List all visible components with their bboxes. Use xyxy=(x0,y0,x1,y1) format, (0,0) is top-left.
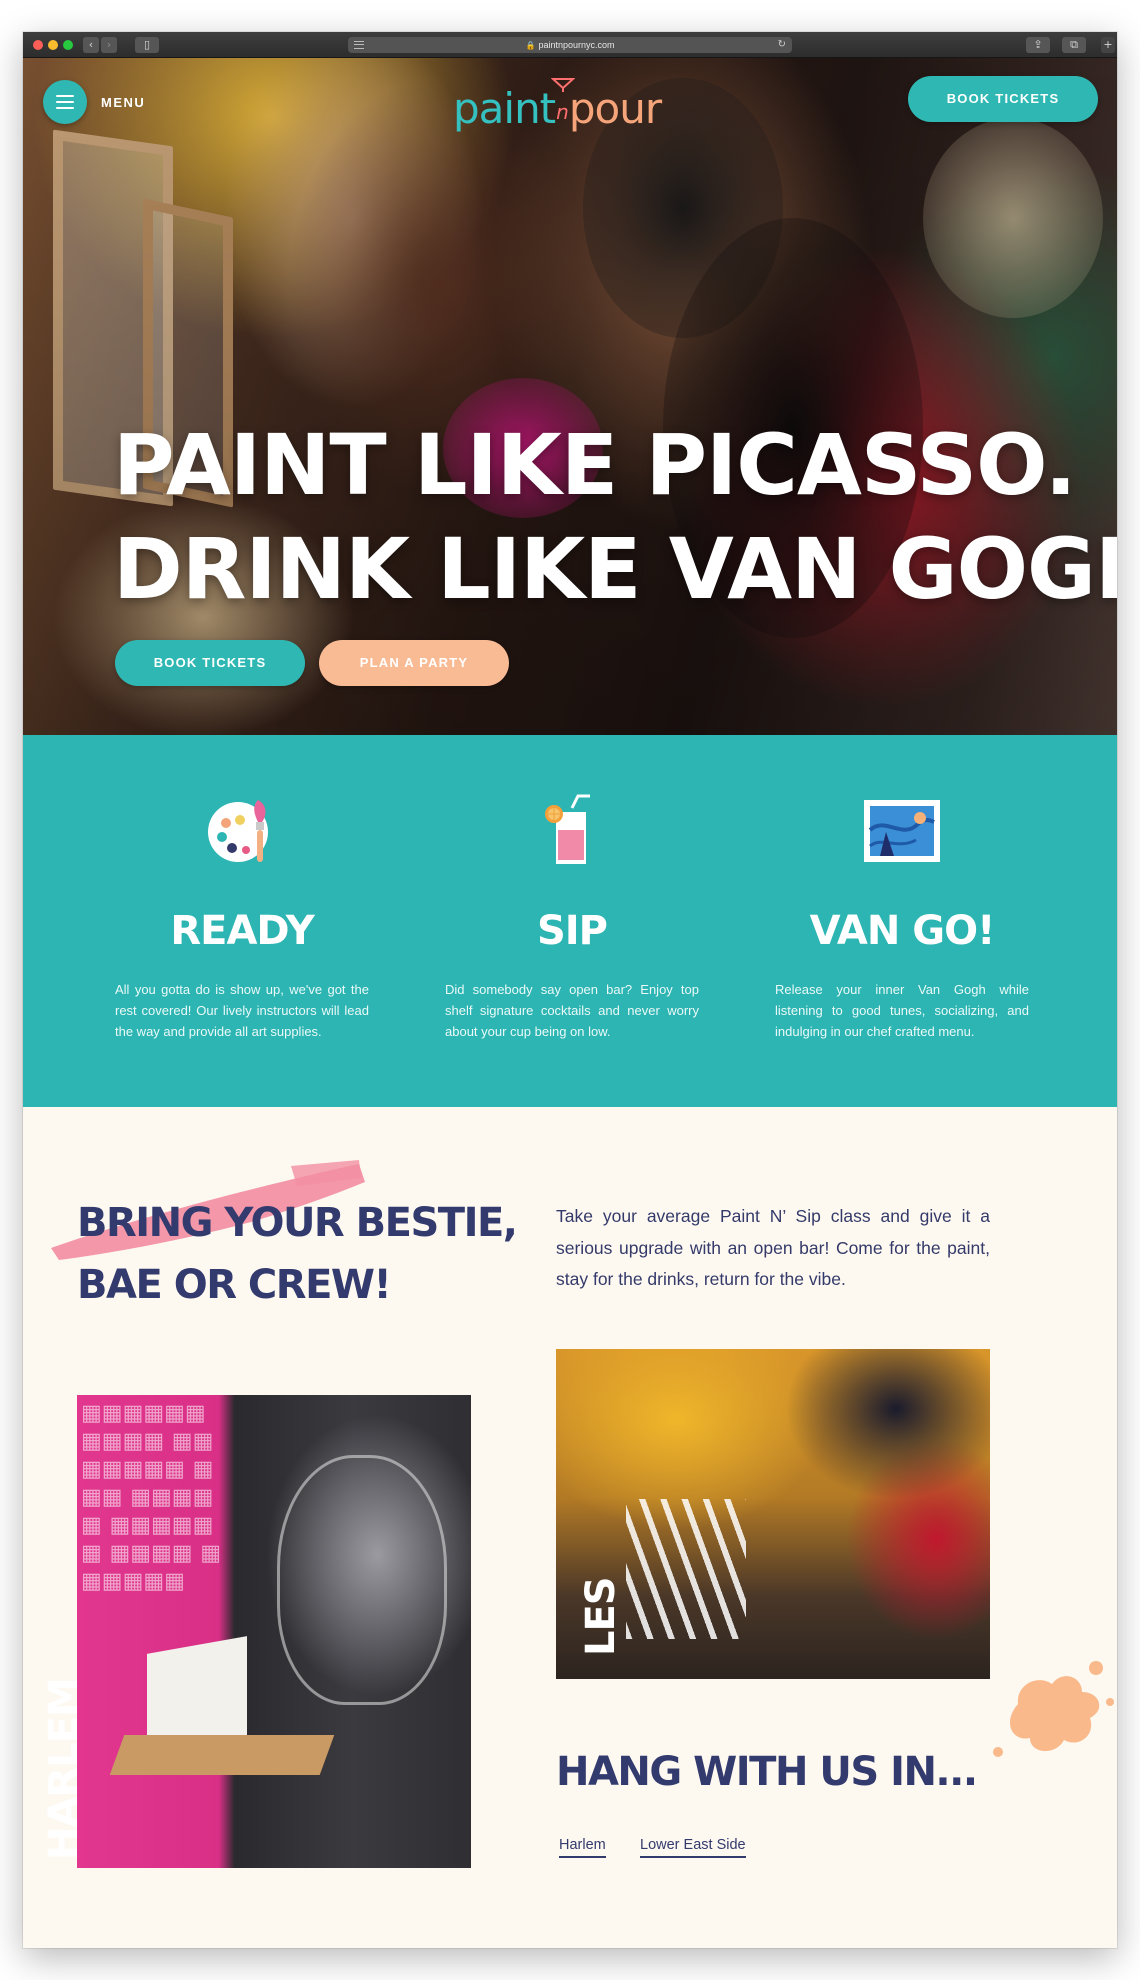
harlem-photo[interactable]: ▦▦▦▦▦▦ ▦▦▦▦ ▦▦▦▦▦▦▦ ▦▦▦ ▦▦▦▦▦ ▦▦▦▦▦▦ ▦▦▦… xyxy=(77,1395,471,1868)
feature-text: Release your inner Van Gogh while listen… xyxy=(775,982,1029,1039)
hero-headline-line1: PAINT LIKE PICASSO. xyxy=(113,416,1077,514)
share-icon[interactable]: ⇪ xyxy=(1026,37,1050,53)
features-section: READY All you gotta do is show up, we've… xyxy=(23,735,1117,1107)
palette-icon xyxy=(208,800,268,862)
hero-book-tickets-button[interactable]: BOOK TICKETS xyxy=(115,640,305,686)
crew-heading-line2: BAE OR CREW! xyxy=(77,1262,392,1308)
back-icon[interactable]: ‹ xyxy=(83,37,99,53)
logo-pour: pour xyxy=(568,84,662,133)
paint-splat-decoration xyxy=(993,1661,1114,1757)
browser-toolbar: ‹ › ▯ 🔒 paintnpournyc.com ↻ ⇪ ⧉ + xyxy=(23,32,1117,58)
new-tab-icon[interactable]: + xyxy=(1101,37,1115,53)
feature-title: SIP xyxy=(536,908,608,954)
forward-icon[interactable]: › xyxy=(101,37,117,53)
reload-icon[interactable]: ↻ xyxy=(778,37,786,53)
painting-icon xyxy=(864,800,940,862)
minimize-window-button[interactable] xyxy=(48,40,58,50)
address-bar[interactable]: 🔒 paintnpournyc.com ↻ xyxy=(348,37,792,53)
hamburger-icon-line xyxy=(56,101,74,103)
plan-a-party-button[interactable]: PLAN A PARTY xyxy=(319,640,509,686)
browser-window: ‹ › ▯ 🔒 paintnpournyc.com ↻ ⇪ ⧉ + MENU p… xyxy=(23,32,1117,1948)
lock-icon: 🔒 xyxy=(525,41,536,50)
feature-van-go: VAN GO! Release your inner Van Gogh whil… xyxy=(775,735,1029,1107)
logo[interactable]: paintnpour xyxy=(453,78,689,138)
url-text: paintnpournyc.com xyxy=(538,40,615,50)
hamburger-icon-line xyxy=(56,107,74,109)
feature-sip: SIP Did somebody say open bar? Enjoy top… xyxy=(445,735,699,1107)
crew-heading: BRING YOUR BESTIE, BAE OR CREW! xyxy=(77,1192,518,1316)
les-label: LES xyxy=(578,1577,624,1656)
martini-glass-icon xyxy=(551,78,575,92)
location-link-lower-east-side[interactable]: Lower East Side xyxy=(640,1837,746,1858)
feature-ready: READY All you gotta do is show up, we've… xyxy=(115,735,369,1107)
hero-overlay xyxy=(23,58,1117,735)
logo-amp: n xyxy=(556,100,569,124)
menu-button[interactable] xyxy=(43,80,87,124)
tabs-icon[interactable]: ⧉ xyxy=(1062,37,1086,53)
hero-section: MENU paintnpour BOOK TICKETS PAINT LIKE … xyxy=(23,58,1117,735)
feature-text: All you gotta do is show up, we've got t… xyxy=(115,982,369,1039)
logo-paint: paint xyxy=(453,84,556,133)
crew-heading-line1: BRING YOUR BESTIE, xyxy=(77,1200,518,1246)
feature-title: READY xyxy=(170,908,314,954)
feature-title: VAN GO! xyxy=(809,908,996,954)
harlem-photo-mural-face xyxy=(277,1455,447,1705)
cocktail-icon xyxy=(545,794,590,864)
hang-heading: HANG WITH US IN... xyxy=(556,1749,978,1795)
close-window-button[interactable] xyxy=(33,40,43,50)
les-photo-chairs xyxy=(626,1499,746,1639)
hero-headline: PAINT LIKE PICASSO. DRINK LIKE VAN GOGH. xyxy=(113,413,1117,621)
sidebar-icon[interactable]: ▯ xyxy=(135,37,159,53)
hamburger-icon xyxy=(56,95,74,97)
hero-headline-line2: DRINK LIKE VAN GOGH. xyxy=(113,520,1117,618)
crew-intro-text: Take your average Paint N’ Sip class and… xyxy=(556,1206,990,1289)
zoom-window-button[interactable] xyxy=(63,40,73,50)
feature-text: Did somebody say open bar? Enjoy top she… xyxy=(445,982,699,1039)
book-tickets-button[interactable]: BOOK TICKETS xyxy=(908,76,1098,122)
harlem-photo-table xyxy=(109,1735,335,1775)
reader-icon[interactable] xyxy=(354,41,364,49)
location-link-harlem[interactable]: Harlem xyxy=(559,1837,606,1858)
menu-label[interactable]: MENU xyxy=(101,95,145,110)
harlem-label: HARLEM xyxy=(41,1678,87,1860)
